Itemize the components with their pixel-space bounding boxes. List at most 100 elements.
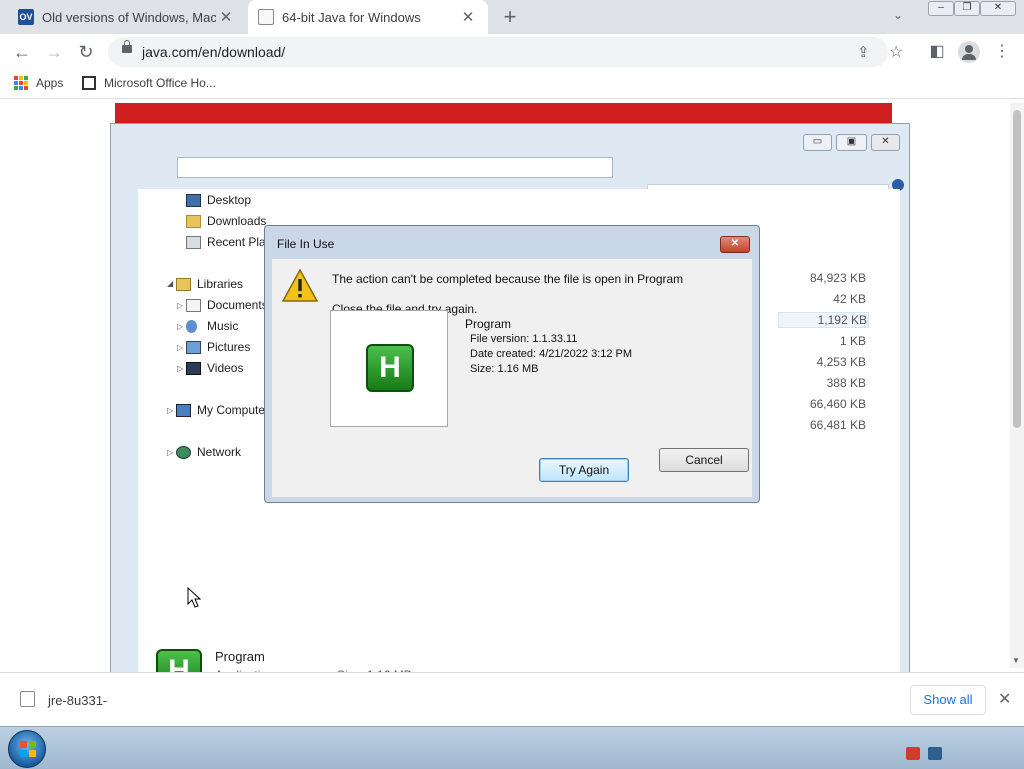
downloads-shelf: jre-8u331- Show all ✕ (0, 672, 1024, 727)
file-size-cell-selected[interactable]: 1,192 KB (778, 312, 869, 328)
dialog-message: The action can't be completed because th… (332, 272, 684, 286)
nav-item-downloads[interactable]: Downloads (186, 214, 266, 228)
warning-icon (282, 269, 318, 302)
nav-item-desktop[interactable]: Desktop (186, 193, 251, 207)
show-all-downloads-button[interactable]: Show all (910, 685, 986, 715)
url-text[interactable]: java.com/en/download/ (142, 44, 285, 60)
tab-title: Old versions of Windows, Mac ar (42, 9, 216, 25)
close-tab-icon[interactable]: ✕ (458, 8, 478, 26)
expand-libraries-arrow-icon[interactable]: ◢ (167, 279, 173, 288)
dialog-content: The action can't be completed because th… (272, 259, 752, 497)
office-icon (82, 76, 96, 90)
dialog-date-created: Date created: 4/21/2022 3:12 PM (470, 348, 633, 360)
file-size-cell: 1 KB (839, 334, 866, 348)
computer-icon (176, 403, 191, 417)
java-favicon-icon (258, 9, 274, 25)
nav-item-videos[interactable]: Videos (186, 361, 243, 375)
nav-item-libraries[interactable]: Libraries (176, 277, 243, 291)
tab-strip: OV Old versions of Windows, Mac ar ✕ 64-… (0, 0, 1024, 34)
network-tray-icon[interactable] (928, 747, 942, 760)
file-size-cell: 84,923 KB (809, 271, 866, 285)
file-size-cell: 42 KB (833, 292, 866, 306)
dialog-program-name: Program (465, 317, 512, 331)
recent-places-icon (186, 235, 201, 249)
expand-arrow-icon[interactable]: ▷ (177, 301, 183, 310)
nav-item-recent-places[interactable]: Recent Plac (186, 235, 272, 249)
cancel-button[interactable]: Cancel (659, 448, 749, 472)
dialog-close-button[interactable]: ✕ (720, 236, 750, 253)
videos-icon (186, 361, 201, 375)
menu-kebab-icon[interactable]: ⋮ (991, 41, 1013, 63)
back-arrow-icon[interactable]: ← (11, 41, 33, 63)
oldversion-favicon-icon: OV (18, 9, 34, 25)
nav-item-my-computer[interactable]: My Compute (176, 403, 265, 417)
bookmarks-bar: Apps Microsoft Office Ho... (0, 70, 1024, 99)
nav-item-music[interactable]: Music (186, 319, 238, 333)
dialog-file-size: Size: 1.16 MB (470, 363, 539, 375)
documents-icon (186, 298, 201, 312)
explorer-maximize-button[interactable]: ▣ (836, 134, 867, 151)
scrollbar-thumb[interactable] (1013, 110, 1021, 428)
file-preview-thumbnail: H (330, 310, 448, 427)
tab-java-download[interactable]: 64-bit Java for Windows ✕ (248, 0, 488, 34)
explorer-close-button[interactable]: ✕ (871, 134, 900, 151)
expand-arrow-icon[interactable]: ▷ (177, 322, 183, 331)
file-in-use-dialog: File In Use ✕ The action can't be comple… (264, 225, 760, 503)
try-again-button[interactable]: Try Again (539, 458, 629, 482)
libraries-icon (176, 277, 191, 291)
bookmark-office[interactable]: Microsoft Office Ho... (82, 76, 216, 90)
bookmark-apps[interactable]: Apps (14, 76, 63, 90)
bookmark-label: Apps (36, 76, 64, 90)
network-icon (176, 445, 191, 459)
address-bar[interactable]: java.com/en/download/ ⇪ ☆ (108, 37, 903, 67)
nav-item-documents[interactable]: Documents (186, 298, 268, 312)
dialog-file-version: File version: 1.1.33.11 (470, 333, 578, 345)
forward-arrow-icon[interactable]: → (43, 41, 65, 63)
scroll-down-arrow-icon[interactable]: ▼ (1012, 656, 1020, 665)
nav-item-network[interactable]: Network (176, 445, 241, 459)
start-button[interactable] (8, 730, 46, 768)
nav-item-pictures[interactable]: Pictures (186, 340, 250, 354)
restore-window-button[interactable]: ❐ (954, 1, 980, 16)
music-note-icon (186, 319, 197, 333)
reload-icon[interactable]: ↻ (75, 41, 97, 63)
windows-taskbar (0, 726, 1024, 769)
tab-old-versions[interactable]: OV Old versions of Windows, Mac ar ✕ (8, 0, 246, 34)
file-size-cell: 4,253 KB (816, 355, 866, 369)
close-shelf-icon[interactable]: ✕ (998, 689, 1011, 709)
new-tab-button[interactable]: + (498, 4, 522, 30)
tab-search-chevron-icon[interactable]: ⌄ (893, 8, 903, 22)
expand-arrow-icon[interactable]: ▷ (177, 364, 183, 373)
expand-arrow-icon[interactable]: ▷ (167, 448, 173, 457)
file-size-cell: 66,460 KB (809, 397, 866, 411)
downloads-folder-icon (186, 214, 201, 228)
expand-arrow-icon[interactable]: ▷ (167, 406, 173, 415)
side-panel-icon[interactable]: ◧ (926, 41, 948, 63)
explorer-address-bar[interactable] (177, 157, 613, 178)
close-window-button[interactable]: ✕ (980, 1, 1016, 16)
mouse-cursor-icon (187, 587, 202, 608)
profile-avatar-icon[interactable] (958, 41, 980, 63)
explorer-minimize-button[interactable]: ▭ (803, 134, 832, 151)
bookmark-label: Microsoft Office Ho... (104, 76, 216, 90)
details-file-name: Program (215, 649, 265, 664)
action-center-flag-icon[interactable] (906, 747, 920, 760)
browser-toolbar: ← → ↻ java.com/en/download/ ⇪ ☆ ◧ ⋮ (0, 34, 1024, 70)
file-size-cell: 66,481 KB (809, 418, 866, 432)
tab-title: 64-bit Java for Windows (282, 9, 421, 25)
bookmark-star-icon[interactable]: ☆ (889, 42, 903, 62)
close-tab-icon[interactable]: ✕ (216, 8, 236, 26)
lock-icon[interactable] (122, 40, 132, 53)
pictures-icon (186, 340, 201, 354)
program-app-icon: H (366, 344, 414, 392)
file-size-cell: 388 KB (826, 376, 866, 390)
downloaded-file-name[interactable]: jre-8u331- (48, 693, 107, 708)
desktop-icon (186, 193, 201, 207)
windows-logo-icon (20, 741, 36, 757)
expand-arrow-icon[interactable]: ▷ (177, 343, 183, 352)
share-icon[interactable]: ⇪ (857, 43, 870, 61)
minimize-window-button[interactable]: – (928, 1, 954, 16)
apps-grid-icon (14, 76, 28, 90)
downloaded-file-icon[interactable] (20, 691, 35, 707)
dialog-title: File In Use (277, 237, 335, 251)
